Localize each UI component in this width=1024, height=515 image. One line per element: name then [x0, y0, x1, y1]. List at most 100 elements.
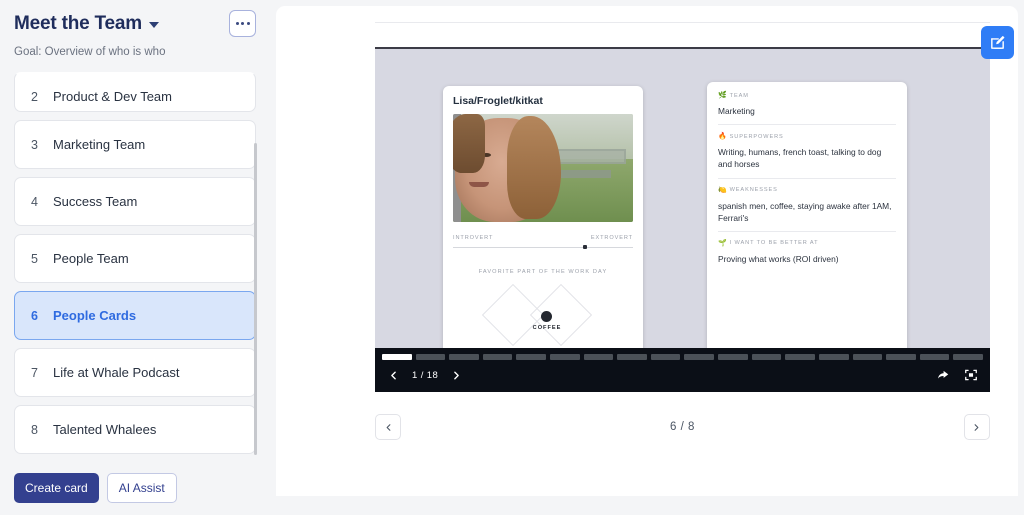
progress-segment[interactable] [583, 354, 614, 360]
slide-embed[interactable]: Lisa/Froglet/kitkat INTROVERT EXTROVERT … [375, 47, 990, 392]
slide-progress-bar[interactable] [375, 348, 990, 360]
content-divider [375, 22, 990, 23]
progress-segment[interactable] [852, 354, 883, 360]
card-item-number: 4 [31, 194, 38, 209]
info-section-value: Writing, humans, french toast, talking t… [718, 147, 882, 170]
progress-segment[interactable] [550, 354, 580, 360]
document-goal: Goal: Overview of who is who [14, 46, 166, 58]
slider-labels: INTROVERT EXTROVERT [453, 235, 633, 241]
card-list-item[interactable]: 6 People Cards [14, 291, 256, 340]
ai-assist-button[interactable]: AI Assist [106, 473, 177, 503]
slide-pager: 6 / 8 [375, 410, 990, 444]
card-list-item[interactable]: 5 People Team [14, 234, 256, 283]
info-section-label: 🌱 I WANT TO BE BETTER AT [718, 240, 896, 247]
edit-square-icon [991, 36, 1005, 49]
player-counter: 1 / 18 [412, 369, 439, 381]
info-section-value: Proving what works (ROI driven) [718, 253, 839, 264]
progress-segment[interactable] [482, 354, 513, 360]
slide-canvas: Lisa/Froglet/kitkat INTROVERT EXTROVERT … [375, 49, 990, 362]
content-panel: Lisa/Froglet/kitkat INTROVERT EXTROVERT … [276, 6, 1018, 496]
sidebar-title-row: Meet the Team [14, 10, 256, 37]
progress-segment[interactable] [449, 354, 479, 360]
info-sections: 🌿 TEAM Marketing 🔥 SUPERPOWERS Writing, human… [718, 92, 896, 272]
fullscreen-icon[interactable] [964, 368, 978, 382]
card-item-label: Marketing Team [53, 137, 146, 152]
player-next-button[interactable] [450, 369, 463, 382]
favorite-value: COFFEE [532, 325, 562, 331]
info-card[interactable]: 🌿 TEAM Marketing 🔥 SUPERPOWERS Writing, human… [707, 82, 907, 362]
card-item-number: 7 [31, 365, 38, 380]
personality-slider[interactable]: INTROVERT EXTROVERT [453, 235, 633, 249]
sidebar: Meet the Team Goal: Overview of who is w… [0, 0, 270, 515]
slide-player-toolbar[interactable]: 1 / 18 [375, 348, 990, 392]
card-list-item[interactable]: 3 Marketing Team [14, 120, 256, 169]
edit-button[interactable] [981, 26, 1014, 59]
photo-mouth [469, 182, 490, 188]
progress-segment[interactable] [953, 354, 983, 360]
progress-segment[interactable] [818, 354, 849, 360]
profile-card[interactable]: Lisa/Froglet/kitkat INTROVERT EXTROVERT … [443, 86, 643, 361]
card-list-inner: 2 Product & Dev Team 3 Marketing Team 4 Succe… [0, 72, 270, 454]
slider-right-label: EXTROVERT [590, 235, 633, 241]
info-section-label-text: I WANT TO BE BETTER AT [729, 240, 819, 247]
card-list-item[interactable]: 8 Talented Whalees [14, 405, 256, 454]
plant-icon: 🌿 [718, 92, 728, 99]
progress-segment[interactable] [751, 354, 782, 360]
card-list-item[interactable]: 2 Product & Dev Team [14, 72, 256, 112]
document-title[interactable]: Meet the Team [14, 13, 159, 35]
info-section-value: spanish men, coffee, staying awake after… [718, 200, 892, 223]
card-item-label: Talented Whalees [53, 422, 157, 437]
progress-segment[interactable] [516, 354, 547, 360]
card-item-label: Life at Whale Podcast [53, 365, 180, 380]
slider-knob[interactable] [582, 245, 587, 249]
card-list-item[interactable]: 4 Success Team [14, 177, 256, 226]
progress-segment[interactable] [718, 354, 748, 360]
photo-hair-left [453, 114, 486, 174]
card-item-number: 3 [31, 137, 38, 152]
more-options-button[interactable] [229, 10, 256, 37]
card-item-label: Success Team [53, 194, 138, 209]
info-section-label-text: SUPERPOWERS [729, 133, 784, 140]
document-title-text: Meet the Team [14, 12, 142, 34]
diamond-right-icon [529, 283, 593, 347]
share-arrow-icon[interactable] [936, 368, 950, 382]
card-list-item[interactable]: 7 Life at Whale Podcast [14, 348, 256, 397]
info-section-label-text: WEAKNESSES [729, 187, 778, 194]
sidebar-footer: Create card AI Assist [14, 473, 177, 503]
progress-segment[interactable] [617, 354, 647, 360]
pager-counter: 6 / 8 [670, 421, 695, 433]
slider-left-label: INTROVERT [453, 235, 494, 241]
info-section: 🌱 I WANT TO BE BETTER AT Proving what work… [718, 230, 896, 272]
slider-track[interactable] [453, 245, 633, 249]
ellipsis-icon [235, 22, 239, 25]
info-section-label: 🍋 WEAKNESSES [718, 187, 896, 194]
favorite-part-label: FAVORITE PART OF THE WORK DAY [478, 269, 608, 275]
seedling-icon: 🌱 [718, 239, 728, 247]
sidebar-scrollbar[interactable] [254, 143, 257, 455]
card-list[interactable]: 2 Product & Dev Team 3 Marketing Team 4 Succe… [0, 72, 270, 464]
progress-segment[interactable] [785, 354, 815, 360]
progress-segment[interactable] [919, 354, 950, 360]
player-controls: 1 / 18 [375, 360, 990, 390]
photo-bench [561, 170, 612, 178]
card-item-label: Product & Dev Team [53, 89, 172, 104]
progress-segment[interactable] [415, 354, 446, 360]
card-item-label: People Team [53, 251, 129, 266]
progress-segment[interactable] [382, 354, 412, 360]
create-card-button[interactable]: Create card [14, 473, 99, 503]
card-item-number: 8 [31, 422, 38, 437]
pager-prev-button[interactable] [375, 414, 401, 440]
progress-segment[interactable] [684, 354, 715, 360]
card-item-label: People Cards [53, 308, 137, 323]
player-prev-button[interactable] [387, 369, 400, 382]
info-section: 🔥 SUPERPOWERS Writing, humans, french toas… [718, 124, 896, 177]
lemon-icon: 🍋 [718, 186, 728, 194]
progress-segment[interactable] [650, 354, 681, 360]
chevron-down-icon[interactable] [148, 22, 159, 28]
info-section-label-text: TEAM [729, 92, 749, 99]
progress-segment[interactable] [886, 354, 916, 360]
info-section: 🌿 TEAM Marketing [718, 92, 896, 124]
info-section: 🍋 WEAKNESSES spanish men, coffee, staying … [718, 177, 896, 231]
info-section-value: Marketing [718, 106, 755, 116]
pager-next-button[interactable] [963, 414, 990, 440]
